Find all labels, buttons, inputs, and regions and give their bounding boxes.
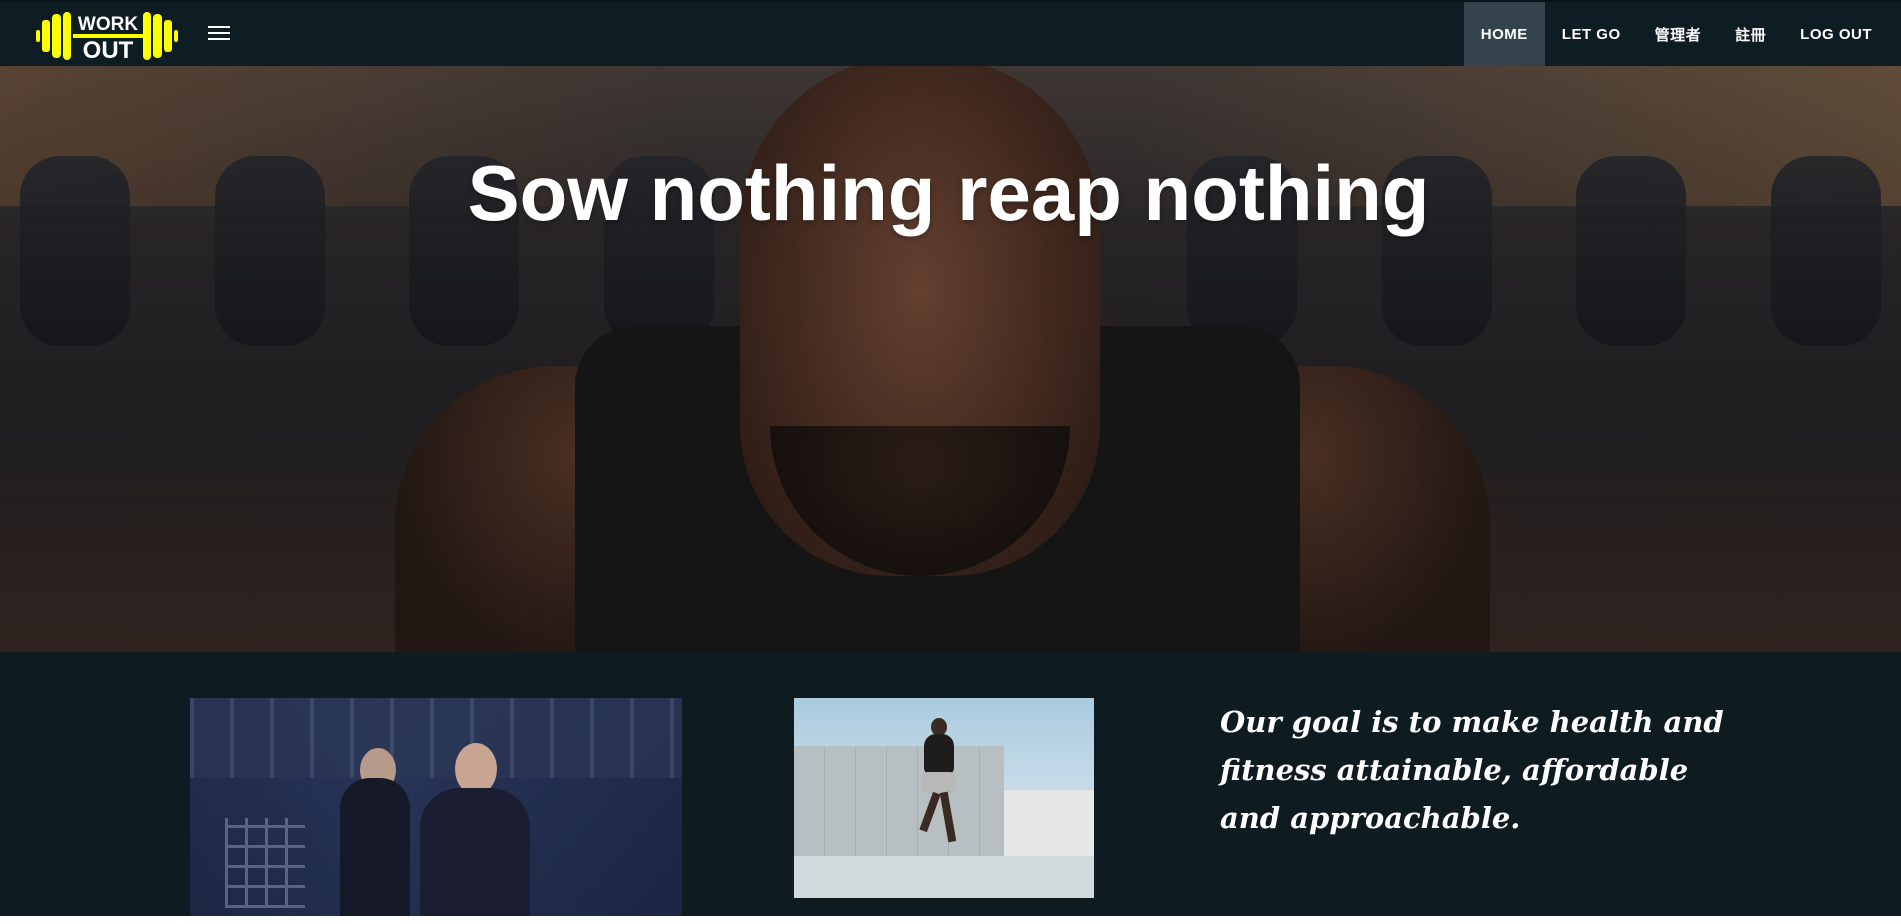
goal-statement: Our goal is to make health and fitness a…: [1220, 705, 1724, 835]
logo-text-work: WORK: [78, 14, 138, 35]
about-section: Our goal is to make health and fitness a…: [0, 652, 1901, 916]
trainer-photo: [190, 698, 682, 916]
top-navbar: WORK OUT HOME LET GO 管理者 註冊 LOG OUT: [0, 0, 1901, 66]
nav-home[interactable]: HOME: [1463, 2, 1545, 66]
nav-logout[interactable]: LOG OUT: [1783, 2, 1889, 66]
hero-title: Sow nothing reap nothing: [467, 149, 1430, 237]
jumping-athlete-photo: [794, 698, 1094, 898]
nav-let-go[interactable]: LET GO: [1545, 2, 1638, 66]
hamburger-icon[interactable]: [208, 26, 230, 42]
workout-logo[interactable]: WORK OUT: [36, 10, 178, 62]
nav-admin[interactable]: 管理者: [1638, 2, 1719, 66]
nav-register[interactable]: 註冊: [1718, 2, 1783, 66]
hero-banner: Sow nothing reap nothing: [0, 66, 1901, 652]
dumbbell-logo-icon: WORK OUT: [36, 12, 178, 62]
nav-links: HOME LET GO 管理者 註冊 LOG OUT: [1463, 2, 1889, 66]
logo-text-out: OUT: [83, 37, 134, 62]
